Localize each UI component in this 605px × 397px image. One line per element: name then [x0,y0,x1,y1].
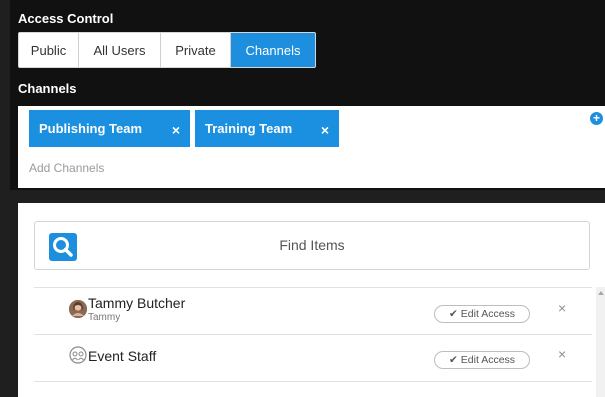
access-control-title: Access Control [18,11,114,26]
group-icon [69,346,87,364]
check-icon: ✔ [448,308,458,320]
channels-title: Channels [18,81,77,96]
add-channels-input[interactable]: Add Channels [29,161,104,175]
plus-circle-icon[interactable]: + [590,112,603,125]
access-option-all-users[interactable]: All Users [79,33,161,67]
item-name: Event Staff [88,348,157,364]
channel-tag-training-team: Training Team × [195,110,339,147]
search-placeholder: Find Items [279,237,345,253]
remove-item-icon[interactable]: × [558,346,566,362]
access-option-private[interactable]: Private [161,33,231,67]
remove-tag-icon[interactable]: × [172,122,180,138]
edit-access-button[interactable]: ✔ Edit Access [434,351,530,369]
scrollbar[interactable] [596,287,605,397]
remove-tag-icon[interactable]: × [321,122,329,138]
channel-tag-publishing-team: Publishing Team × [29,110,190,147]
avatar [69,300,87,318]
item-name: Tammy Butcher [88,295,186,311]
channel-tag-label: Publishing Team [39,121,143,136]
edit-access-label: Edit Access [460,354,516,366]
access-segmented-control: Public All Users Private Channels [18,32,316,68]
access-option-channels[interactable]: Channels [231,33,315,67]
items-panel: Find Items Tammy Butcher Tammy ✔ Edit Ac… [18,203,605,397]
edit-access-label: Edit Access [460,308,516,320]
access-option-public[interactable]: Public [19,33,79,67]
remove-item-icon[interactable]: × [558,300,566,316]
check-icon: ✔ [448,354,458,366]
channels-input-box[interactable]: Publishing Team × Training Team × Add Ch… [18,106,605,188]
divider [34,381,592,382]
channel-tag-label: Training Team [205,121,293,136]
edit-access-button[interactable]: ✔ Edit Access [434,305,530,323]
scroll-up-icon[interactable] [598,291,604,295]
item-username: Tammy [88,312,121,323]
list-item: Tammy Butcher Tammy ✔ Edit Access × [34,288,592,334]
find-items-search[interactable]: Find Items [34,221,590,270]
list-item: Event Staff ✔ Edit Access × [34,335,592,381]
